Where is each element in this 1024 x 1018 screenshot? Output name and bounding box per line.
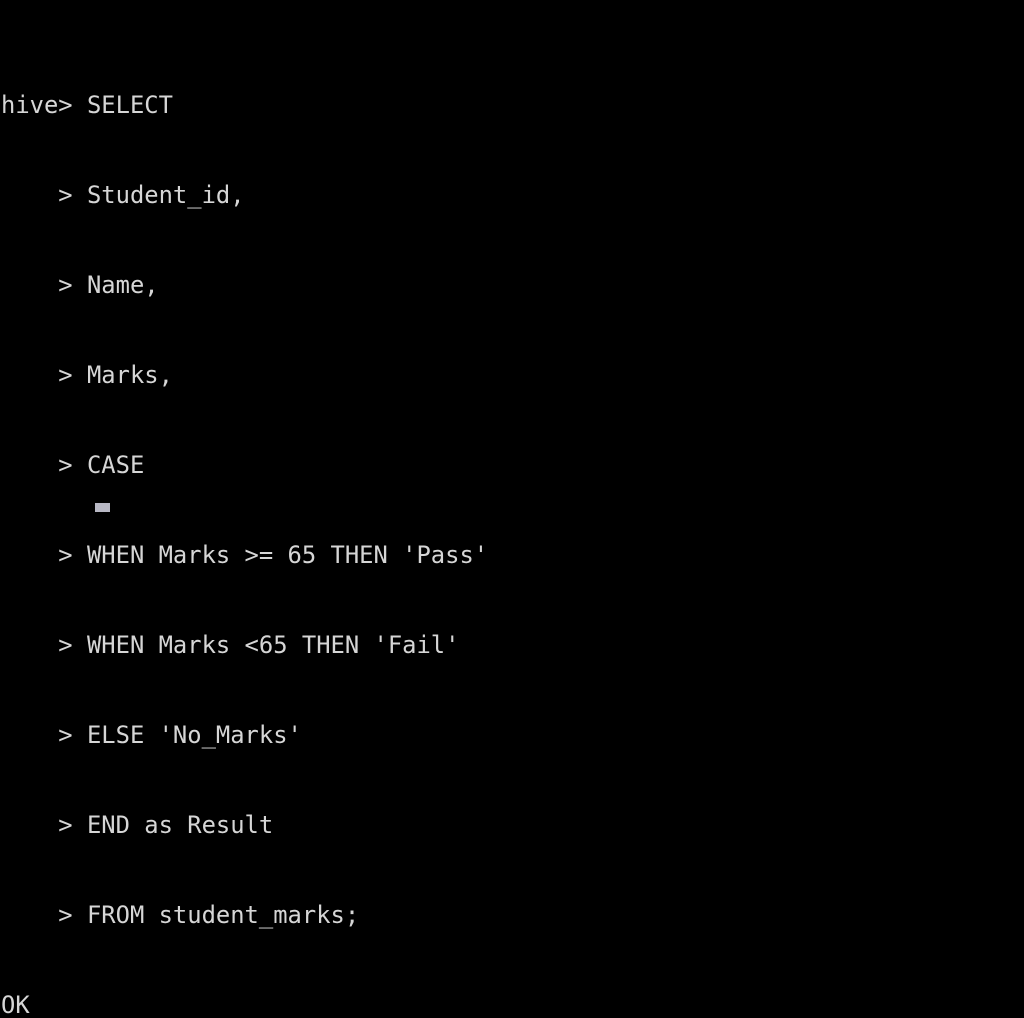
terminal-window[interactable]: hive> SELECT > Student_id, > Name, > Mar…	[0, 0, 1024, 1018]
terminal-line-case: > CASE	[1, 451, 145, 479]
terminal-line-status-ok: OK	[1, 991, 30, 1018]
terminal-line-column-marks: > Marks,	[1, 361, 173, 389]
terminal-line-when-fail: > WHEN Marks <65 THEN 'Fail'	[1, 631, 460, 659]
terminal-line-when-pass: > WHEN Marks >= 65 THEN 'Pass'	[1, 541, 489, 569]
terminal-line-else-no-marks: > ELSE 'No_Marks'	[1, 721, 302, 749]
terminal-line-from-student-marks: > FROM student_marks;	[1, 901, 360, 929]
terminal-output-buffer: hive> SELECT > Student_id, > Name, > Mar…	[1, 0, 1024, 1018]
terminal-line-end-as-result: > END as Result	[1, 811, 274, 839]
terminal-line-column-name: > Name,	[1, 271, 159, 299]
terminal-line-prompt-select: hive> SELECT	[1, 91, 173, 119]
terminal-line-column-student-id: > Student_id,	[1, 181, 245, 209]
text-cursor	[95, 503, 110, 512]
